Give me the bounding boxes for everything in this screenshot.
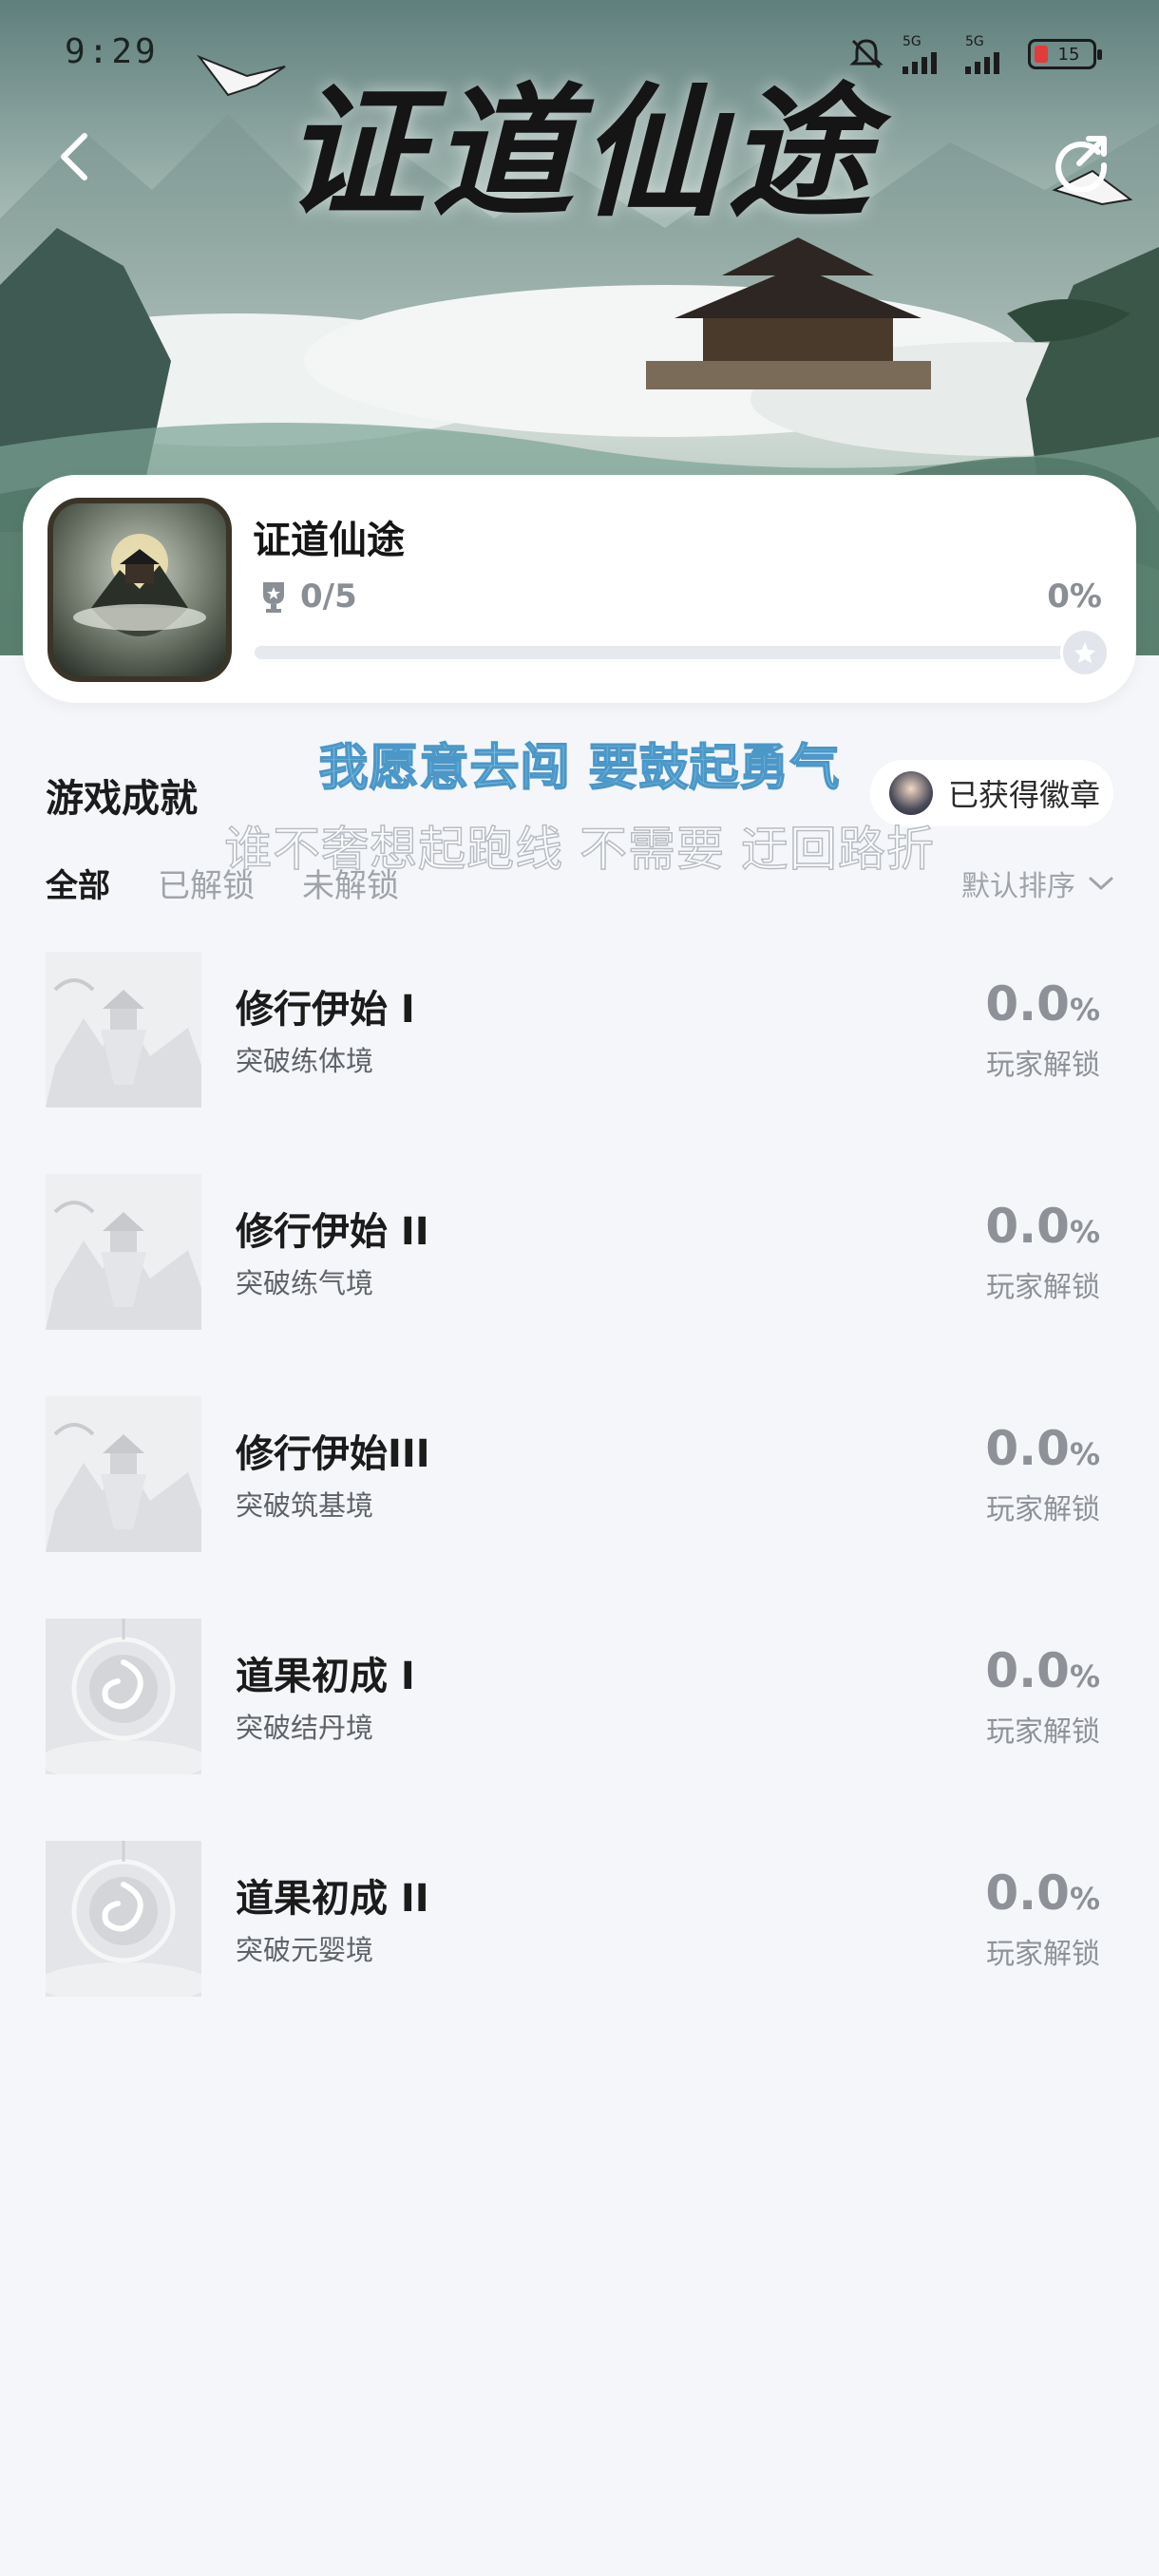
achievement-thumbnail <box>46 952 201 1108</box>
achievement-title: 修行伊始III <box>236 1432 430 1476</box>
signal-2: 5G <box>965 34 1011 74</box>
unlock-rate-unit: % <box>1069 1436 1100 1472</box>
share-button[interactable] <box>1045 125 1117 198</box>
status-time: 9:29 <box>65 32 159 71</box>
achievement-thumbnail <box>46 1619 201 1774</box>
unlock-rate-value: 0.0 <box>985 1199 1070 1254</box>
chevron-left-icon <box>61 133 87 180</box>
unlock-rate-label: 玩家解锁 <box>986 1271 1100 1304</box>
lyrics-line-1: 我愿意去闯 要鼓起勇气 <box>318 739 841 798</box>
progress-badge-knob <box>1060 628 1110 677</box>
list-item[interactable]: 道果初成 I 突破结丹境 0.0% 玩家解锁 <box>0 1617 1159 1839</box>
achievement-title: 道果初成 I <box>236 1655 415 1698</box>
swirl-orb-icon <box>46 1619 201 1774</box>
unlock-rate-value: 0.0 <box>985 1866 1070 1921</box>
list-item[interactable]: 道果初成 II 突破元婴境 0.0% 玩家解锁 <box>0 1839 1159 2061</box>
game-icon[interactable] <box>48 498 232 682</box>
battery-level: 15 <box>1057 44 1080 65</box>
pavilion-icon <box>46 1396 201 1552</box>
list-item[interactable]: 修行伊始III 突破筑基境 0.0% 玩家解锁 <box>0 1394 1159 1617</box>
unlock-rate-value: 0.0 <box>985 976 1070 1032</box>
game-name: 证道仙途 <box>253 519 405 562</box>
back-button[interactable] <box>42 123 108 190</box>
trophy-progress: 0/5 <box>260 578 357 616</box>
achievement-thumbnail <box>46 1396 201 1552</box>
pavilion-icon <box>46 1174 201 1330</box>
share-icon <box>1055 136 1108 192</box>
achievement-desc: 突破筑基境 <box>236 1489 374 1522</box>
unlock-rate-unit: % <box>1069 1658 1100 1695</box>
unlock-rate: 0.0% <box>985 1421 1100 1476</box>
bell-muted-icon <box>849 39 884 69</box>
achievement-list: 修行伊始 I 突破练体境 0.0% 玩家解锁 修行伊始 II 突破练气境 0.0… <box>0 950 1159 2061</box>
unlock-rate-label: 玩家解锁 <box>986 1715 1100 1749</box>
battery-icon: 15 <box>1028 39 1102 69</box>
unlock-rate: 0.0% <box>985 1199 1100 1254</box>
signal-bars-icon <box>965 52 999 74</box>
achievement-title: 道果初成 II <box>236 1877 429 1921</box>
signal-1: 5G <box>902 34 948 74</box>
unlock-rate: 0.0% <box>985 1643 1100 1698</box>
star-icon <box>1074 642 1095 663</box>
unlock-rate-label: 玩家解锁 <box>986 1493 1100 1526</box>
unlock-rate: 0.0% <box>985 976 1100 1032</box>
progress-bar <box>255 628 1110 677</box>
achievement-desc: 突破练体境 <box>236 1045 374 1077</box>
achievement-title: 修行伊始 I <box>236 988 415 1032</box>
swirl-orb-icon <box>46 1841 201 1997</box>
trophy-icon <box>263 582 284 613</box>
unlock-rate-value: 0.0 <box>985 1643 1070 1698</box>
floating-island-pavilion-icon <box>73 534 206 636</box>
unlock-rate-unit: % <box>1069 1214 1100 1250</box>
unlock-rate: 0.0% <box>985 1866 1100 1921</box>
achievement-desc: 突破练气境 <box>236 1267 374 1299</box>
network-type-1: 5G <box>902 34 922 49</box>
unlock-rate-value: 0.0 <box>985 1421 1070 1476</box>
achievement-desc: 突破结丹境 <box>236 1712 374 1744</box>
achievement-thumbnail <box>46 1174 201 1330</box>
game-info-card: 证道仙途 0/5 0% <box>23 475 1136 703</box>
unlock-rate-label: 玩家解锁 <box>986 1049 1100 1082</box>
status-bar: 9:29 5G 5G 15 <box>0 0 1159 104</box>
unlock-rate-unit: % <box>1069 992 1100 1028</box>
achievement-title: 修行伊始 II <box>236 1210 429 1254</box>
network-type-2: 5G <box>965 34 984 49</box>
list-item[interactable]: 修行伊始 II 突破练气境 0.0% 玩家解锁 <box>0 1172 1159 1394</box>
list-item[interactable]: 修行伊始 I 突破练体境 0.0% 玩家解锁 <box>0 950 1159 1172</box>
unlock-rate-label: 玩家解锁 <box>986 1938 1100 1971</box>
signal-bars-icon <box>902 52 937 74</box>
progress-percent: 0% <box>1047 578 1102 616</box>
achievement-desc: 突破元婴境 <box>236 1934 374 1966</box>
trophy-count: 0/5 <box>300 578 357 616</box>
unlock-rate-unit: % <box>1069 1881 1100 1917</box>
achievement-thumbnail <box>46 1841 201 1997</box>
status-icons: 5G 5G 15 <box>847 34 1102 74</box>
lyrics-line-2: 谁不奢想起跑线 不需要 迂回路折 <box>223 821 935 878</box>
pavilion-icon <box>46 952 201 1108</box>
